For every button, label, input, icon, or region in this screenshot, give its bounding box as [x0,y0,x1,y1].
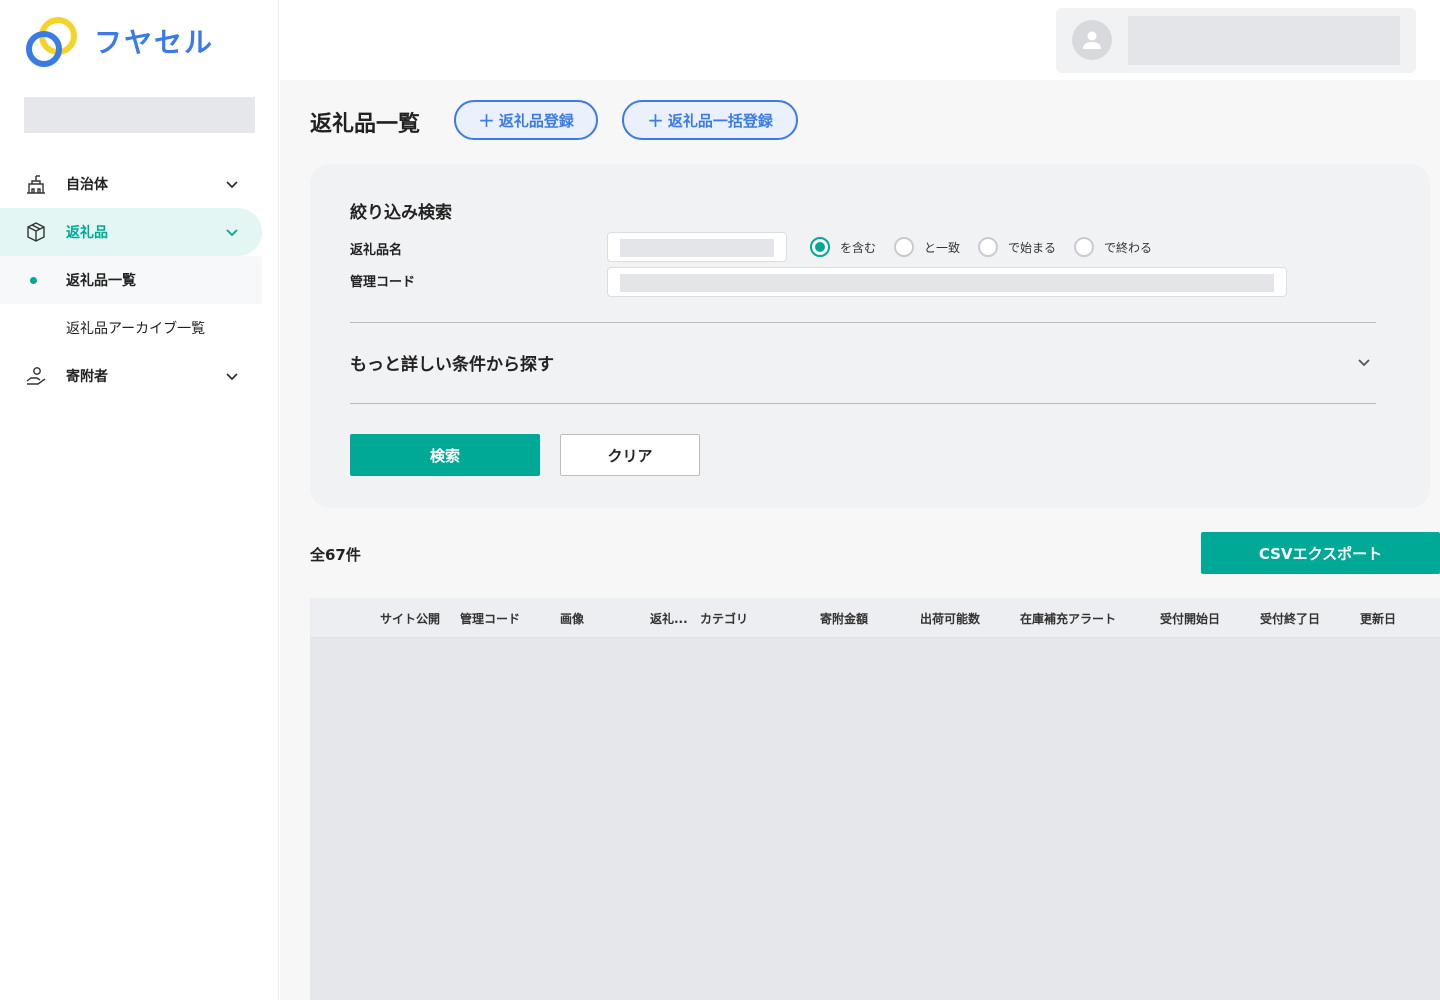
column-header-gift-name[interactable]: 返礼... [650,610,688,627]
sidebar-subitem-label: 返礼品アーカイブ一覧 [66,321,206,337]
plus-icon: + [478,108,495,132]
radio-circle [1074,237,1095,257]
advanced-search-label: もっと詳しい条件から探す [350,355,554,375]
management-code-input[interactable] [607,267,1287,297]
radio-circle [978,237,999,257]
radio-label: で終わる [1104,240,1153,255]
page-title: 返礼品一覧 [310,112,421,137]
sidebar-item-donors[interactable]: 寄附者 [0,352,279,400]
csv-export-button[interactable]: CSVエクスポート [1201,532,1440,574]
column-header-site-public[interactable]: サイト公開 [380,610,440,627]
filter-panel: 絞り込み検索 返礼品名 を含む と一致 で始まる で終わる 管理コード もっと詳… [310,164,1430,508]
column-header-donation-amount[interactable]: 寄附金額 [820,610,868,627]
divider [350,322,1376,323]
app-root: フヤセル 自治体 返礼品 返礼品一覧 返礼品アーカイブ一覧 寄附者 返礼品一覧 … [0,0,1440,1000]
bulk-register-button[interactable]: + 返礼品一括登録 [622,100,798,140]
input-placeholder [620,274,1274,292]
sidebar-item-label: 返礼品 [66,225,108,241]
radio-label: を含む [840,240,877,255]
divider [350,403,1376,404]
bulk-register-label: 返礼品一括登録 [667,111,773,130]
column-header-start-date[interactable]: 受付開始日 [1160,610,1220,627]
sidebar-item-label: 自治体 [66,177,108,193]
match-mode-radio-group: を含む と一致 で始まる で終わる [810,237,1170,257]
radio-exact[interactable]: と一致 [894,237,960,257]
sidebar-item-municipality[interactable]: 自治体 [0,160,279,208]
result-count: 全67件 [310,546,361,564]
chevron-down-icon [1358,359,1370,367]
column-header-management-code[interactable]: 管理コード [460,610,520,627]
radio-circle [894,237,915,257]
package-icon [24,220,48,244]
donor-hand-icon [24,364,48,388]
gift-name-label: 返礼品名 [350,243,403,258]
column-header-restock-alert[interactable]: 在庫補充アラート [1020,610,1116,627]
radio-label: で始まる [1008,240,1057,255]
gift-name-input[interactable] [607,232,787,262]
building-icon [24,172,48,196]
user-name-placeholder [1128,16,1400,65]
radio-starts-with[interactable]: で始まる [978,237,1056,257]
advanced-search-toggle[interactable]: もっと詳しい条件から探す [350,350,1376,376]
sidebar-subitem-gift-archive[interactable]: 返礼品アーカイブ一覧 [0,304,279,352]
logo-mark-icon [26,17,77,67]
top-header [280,0,1440,80]
register-gift-label: 返礼品登録 [498,111,574,130]
chevron-down-icon [226,229,238,237]
column-header-shippable-qty[interactable]: 出荷可能数 [920,610,980,627]
radio-circle [810,237,830,257]
management-code-label: 管理コード [350,275,416,290]
search-button[interactable]: 検索 [350,434,540,476]
sidebar-nav: 自治体 返礼品 返礼品一覧 返礼品アーカイブ一覧 寄附者 [0,160,279,400]
input-placeholder [620,239,774,257]
sidebar-item-label: 寄附者 [66,369,108,385]
logo[interactable]: フヤセル [22,14,214,68]
plus-icon: + [647,108,664,132]
chevron-down-icon [226,181,238,189]
user-icon [1072,20,1112,60]
column-header-updated-date[interactable]: 更新日 [1360,610,1396,627]
table-body-loading [310,638,1440,1000]
register-gift-button[interactable]: + 返礼品登録 [454,100,598,140]
gift-table: サイト公開 管理コード 画像 返礼... カテゴリ 寄附金額 出荷可能数 在庫補… [310,598,1440,1000]
column-header-image[interactable]: 画像 [560,610,584,627]
filter-title: 絞り込み検索 [350,203,452,223]
table-header: サイト公開 管理コード 画像 返礼... カテゴリ 寄附金額 出荷可能数 在庫補… [310,598,1440,638]
radio-ends-with[interactable]: で終わる [1074,237,1152,257]
municipality-placeholder [24,97,255,133]
radio-contains[interactable]: を含む [810,237,876,257]
sidebar-subitem-gift-list[interactable]: 返礼品一覧 [0,256,262,304]
clear-button[interactable]: クリア [560,434,700,476]
user-menu[interactable] [1056,8,1416,73]
current-indicator-dot [30,277,37,284]
logo-text: フヤセル [94,26,215,59]
column-header-category[interactable]: カテゴリ [700,610,748,627]
main-content: 返礼品一覧 + 返礼品登録 + 返礼品一括登録 絞り込み検索 返礼品名 を含む [280,80,1440,1000]
sidebar-subitem-label: 返礼品一覧 [66,273,136,289]
radio-label: と一致 [924,240,961,255]
sidebar: フヤセル 自治体 返礼品 返礼品一覧 返礼品アーカイブ一覧 寄附者 [0,0,279,1000]
column-header-end-date[interactable]: 受付終了日 [1260,610,1320,627]
chevron-down-icon [226,373,238,381]
sidebar-item-gifts[interactable]: 返礼品 [0,208,262,256]
